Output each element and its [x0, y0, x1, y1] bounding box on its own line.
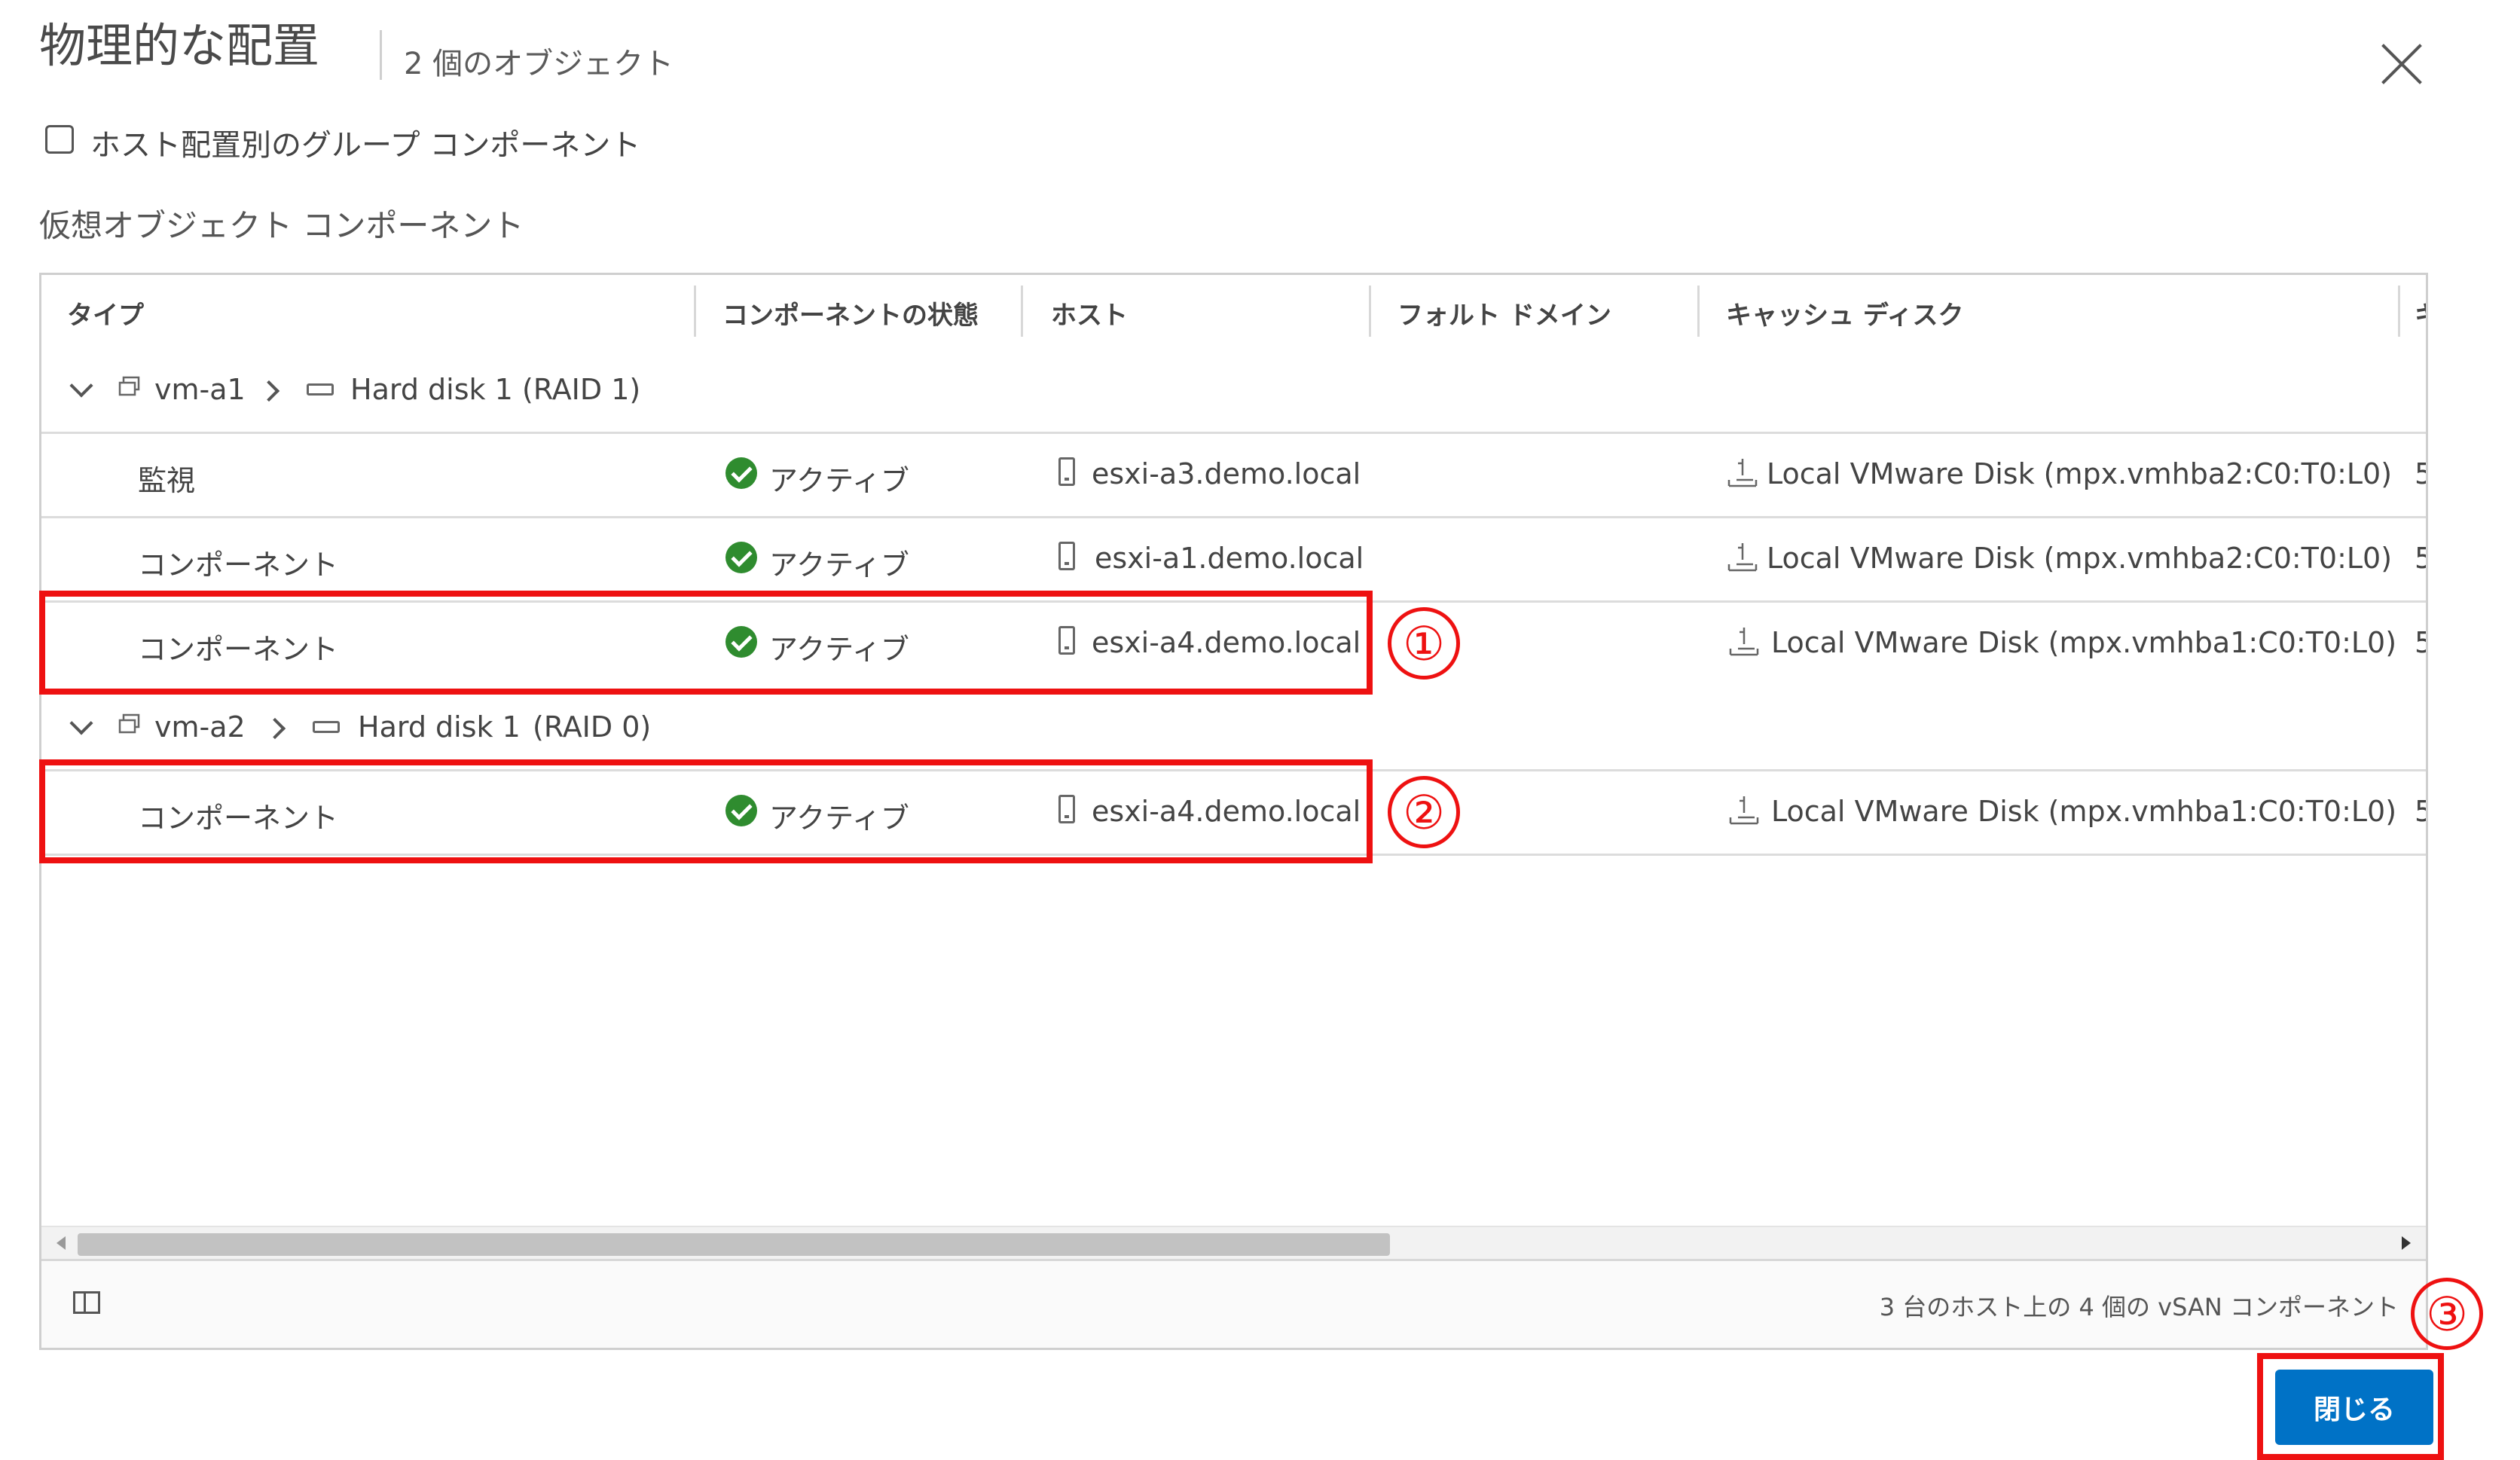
column-separator[interactable] — [2398, 286, 2400, 337]
host-icon — [1058, 542, 1075, 570]
cache-disk-icon — [1729, 796, 1759, 825]
object-count-subtitle: 2 個のオブジェクト — [404, 47, 674, 81]
raid-level: (RAID 1) — [522, 373, 641, 406]
cache-disk-icon — [1729, 628, 1759, 656]
annotation-marker-2: ② — [1388, 776, 1460, 848]
column-separator[interactable] — [694, 286, 696, 337]
component-state: アクティブ — [769, 548, 909, 582]
next-column-value: 5 — [2415, 795, 2426, 828]
disk-name: Hard disk 1 — [358, 710, 521, 744]
column-separator[interactable] — [1021, 286, 1023, 337]
table-row[interactable]: コンポーネント アクティブ esxi-a1.demo.local Local V… — [41, 516, 2426, 603]
cache-disk-icon — [1727, 543, 1758, 572]
column-header-host[interactable]: ホスト — [1051, 295, 1128, 331]
scrollbar-thumb[interactable] — [78, 1233, 1390, 1256]
group-row-vm-a1[interactable]: vm-a1 Hard disk 1 (RAID 1) — [41, 347, 2426, 434]
column-header-next[interactable]: キ — [2415, 295, 2426, 331]
vm-name: vm-a2 — [154, 710, 246, 744]
chevron-down-icon[interactable] — [69, 711, 93, 735]
cache-disk-icon — [1727, 459, 1758, 487]
column-separator[interactable] — [1369, 286, 1371, 337]
column-header-state[interactable]: コンポーネントの状態 — [722, 295, 979, 331]
annotation-marker-1: ① — [1388, 607, 1460, 680]
column-header-cache-disk[interactable]: キャッシュ ディスク — [1726, 295, 1963, 331]
cache-disk: Local VMware Disk (mpx.vmhba1:C0:T0:L0) — [1771, 795, 2397, 828]
horizontal-scrollbar[interactable] — [41, 1226, 2426, 1260]
chevron-right-icon — [264, 717, 286, 740]
vm-icon — [118, 713, 140, 734]
host-icon — [1058, 457, 1075, 486]
component-count: 3 台のホスト上の 4 個の vSAN コンポーネント — [1879, 1293, 2399, 1321]
vm-name: vm-a1 — [154, 373, 246, 406]
host-link[interactable]: esxi-a3.demo.local — [1092, 457, 1361, 490]
annotation-box-2 — [39, 759, 1373, 863]
close-icon[interactable] — [2379, 41, 2424, 87]
next-column-value: 5 — [2415, 542, 2426, 575]
section-label: 仮想オブジェクト コンポーネント — [39, 207, 524, 244]
vm-icon — [118, 376, 140, 396]
hard-disk-icon — [313, 721, 340, 733]
raid-level: (RAID 0) — [533, 710, 652, 744]
grid-footer: 3 台のホスト上の 4 個の vSAN コンポーネント — [41, 1259, 2426, 1348]
cache-disk: Local VMware Disk (mpx.vmhba1:C0:T0:L0) — [1771, 626, 2397, 659]
next-column-value: 5 — [2415, 457, 2426, 490]
cache-disk: Local VMware Disk (mpx.vmhba2:C0:T0:L0) — [1767, 542, 2393, 575]
grid-header: タイプ コンポーネントの状態 ホスト フォルト ドメイン キャッシュ ディスク … — [41, 275, 2426, 350]
chevron-down-icon[interactable] — [69, 374, 93, 398]
group-row-vm-a2[interactable]: vm-a2 Hard disk 1 (RAID 0) — [41, 685, 2426, 771]
check-circle-icon — [725, 457, 757, 489]
column-toggle-icon[interactable] — [73, 1291, 100, 1314]
component-type: コンポーネント — [138, 548, 339, 582]
host-link[interactable]: esxi-a1.demo.local — [1095, 542, 1364, 575]
group-by-host-checkbox[interactable] — [45, 125, 74, 154]
table-row[interactable]: 監視 アクティブ esxi-a3.demo.local Local VMware… — [41, 432, 2426, 518]
chevron-right-icon — [258, 380, 280, 402]
next-column-value: 5 — [2415, 626, 2426, 659]
component-state: アクティブ — [769, 464, 909, 497]
dialog-title: 物理的な配置 — [39, 18, 320, 73]
annotation-box-1 — [39, 591, 1373, 695]
title-divider — [380, 30, 382, 80]
annotation-box-3 — [2257, 1353, 2444, 1460]
component-type: 監視 — [138, 464, 196, 497]
group-by-host-label[interactable]: ホスト配置別のグループ コンポーネント — [90, 121, 640, 164]
check-circle-icon — [725, 542, 757, 573]
hard-disk-icon — [307, 383, 334, 396]
disk-name: Hard disk 1 — [350, 373, 513, 406]
annotation-marker-3: ③ — [2411, 1278, 2483, 1350]
cache-disk: Local VMware Disk (mpx.vmhba2:C0:T0:L0) — [1767, 457, 2393, 490]
scroll-left-icon[interactable] — [57, 1236, 66, 1250]
column-header-type[interactable]: タイプ — [67, 295, 144, 331]
scroll-right-icon[interactable] — [2402, 1236, 2411, 1250]
column-separator[interactable] — [1697, 286, 1700, 337]
column-header-fault-domain[interactable]: フォルト ドメイン — [1397, 295, 1611, 331]
